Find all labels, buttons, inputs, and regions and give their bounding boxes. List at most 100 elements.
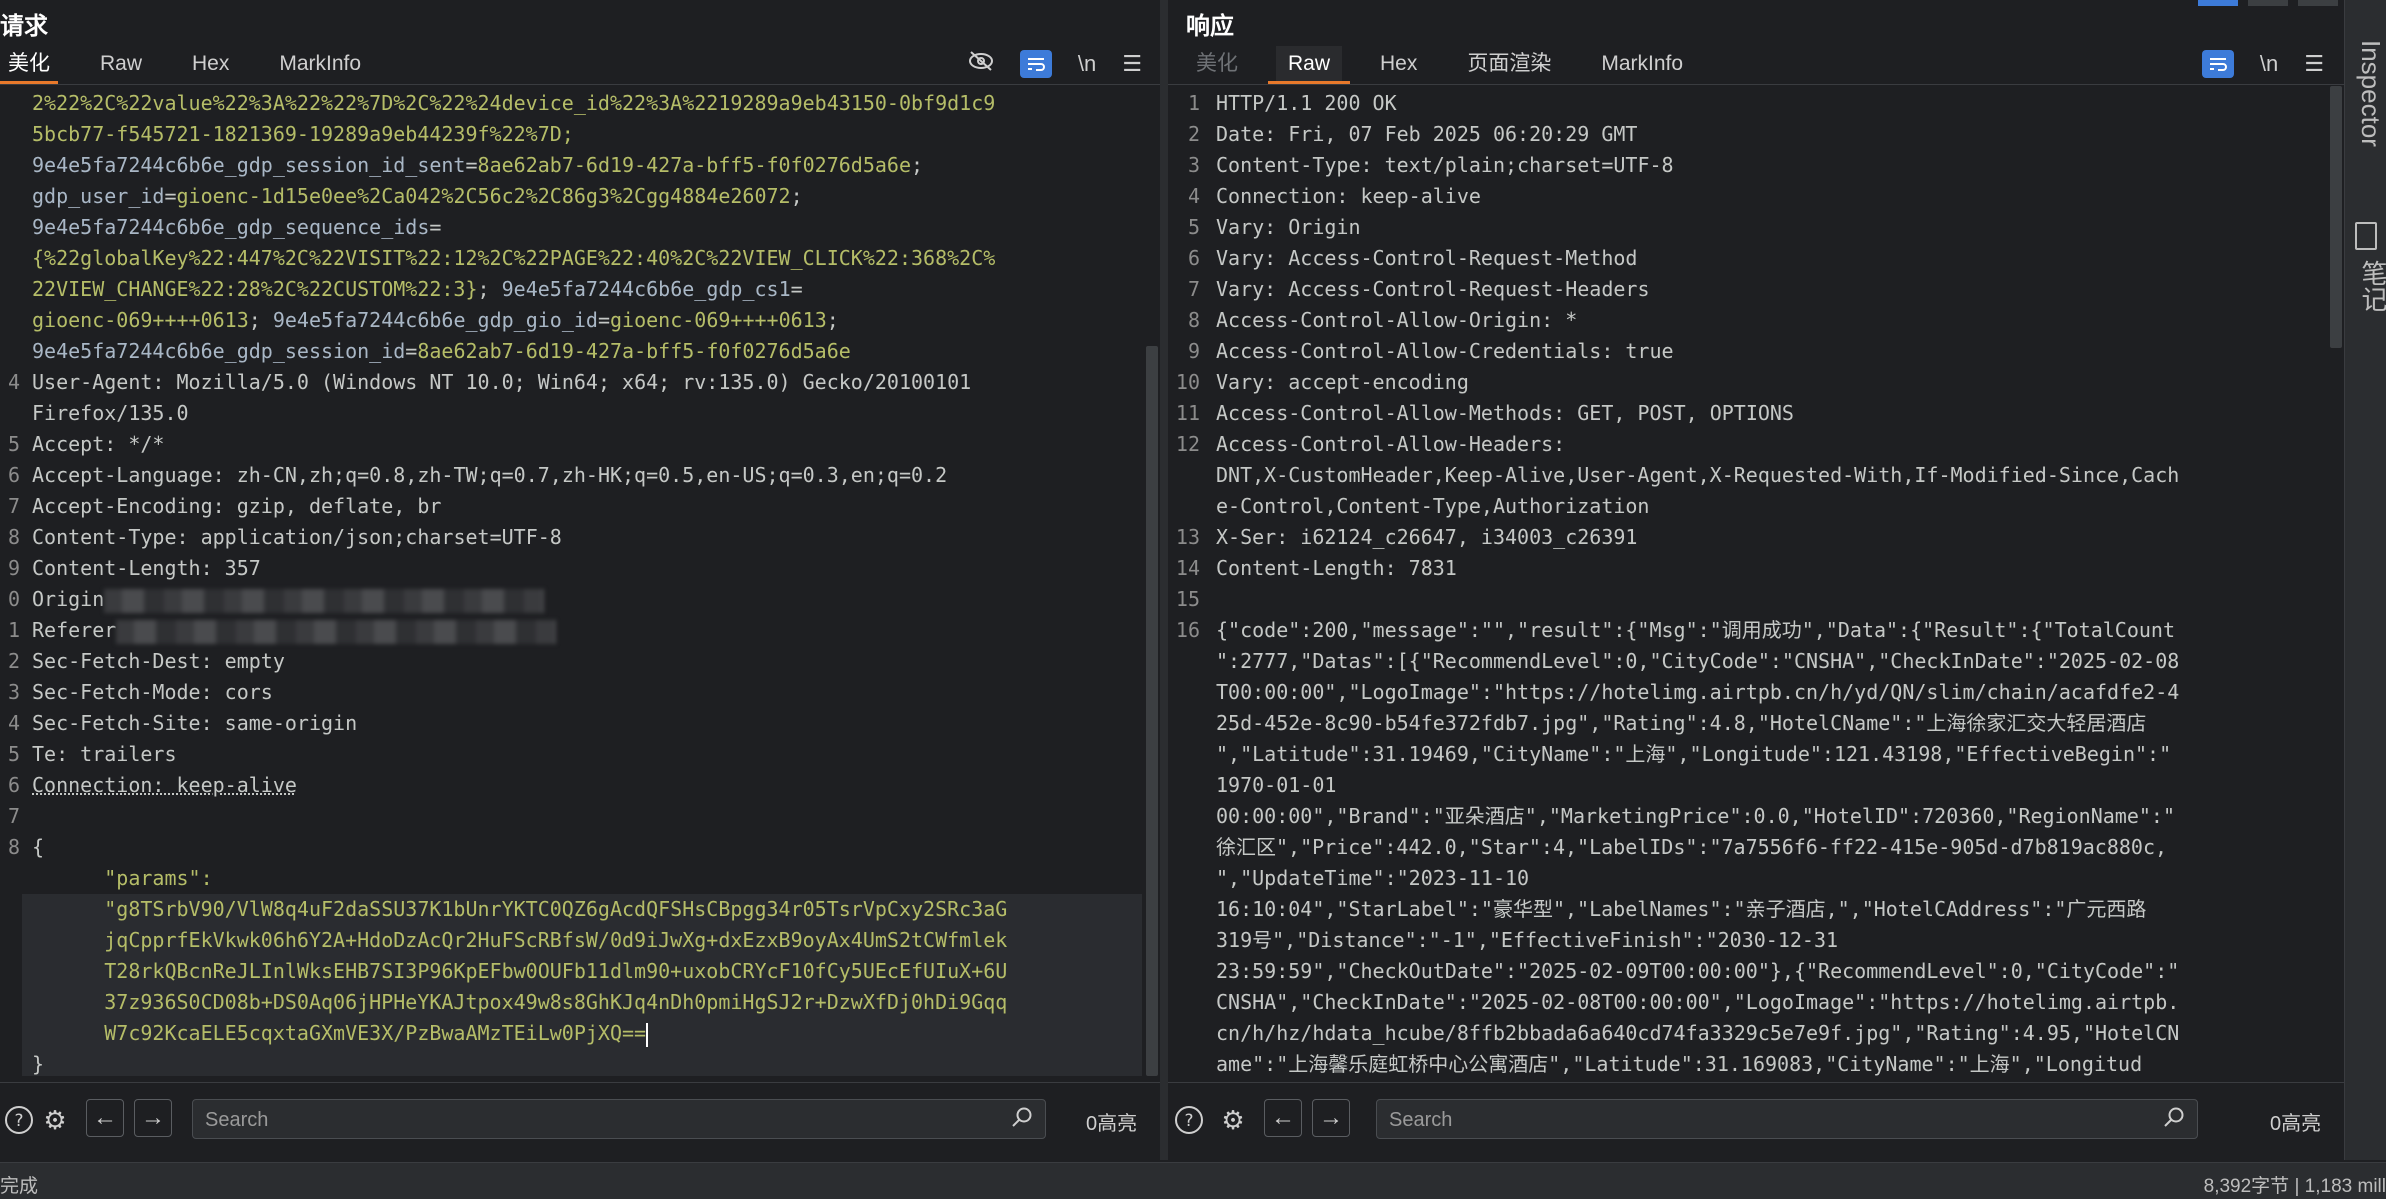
newline-toggle-icon[interactable]: \n (1078, 51, 1096, 77)
code-token: gioenc-069++++0613 (610, 308, 827, 332)
text-caret (646, 1022, 649, 1047)
request-editor[interactable]: 2%22%2C%22value%22%3A%22%22%7D%2C%22%24d… (0, 86, 1160, 1076)
code-token: cn/h/hz/hdata_hcube/8ffb2bbada6a640cd74f… (1216, 1021, 2180, 1045)
settings-gear-icon[interactable]: ⚙ (1214, 1101, 1252, 1139)
status-size: 8,392字节 | 1,183 mill (2203, 1176, 2386, 1197)
code-token: 8ae62ab7-6d19-427a-bff5-f0f0276d5a6e (417, 339, 851, 363)
code-line: 徐汇区","Price":442.0,"Star":4,"LabelIDs":"… (1168, 832, 2344, 863)
code-line: 9e4e5fa7244c6b6e_gdp_sequence_ids= (0, 212, 1160, 243)
line-number: 13 (1175, 525, 1200, 549)
layout-toggle-3[interactable] (2298, 0, 2338, 6)
request-tab-pretty[interactable]: 美化 (0, 46, 58, 84)
help-icon[interactable]: ? (1170, 1101, 1208, 1139)
response-tab-raw[interactable]: Raw (1267, 46, 1351, 84)
line-number: 8 (7, 835, 20, 859)
previous-arrow-icon[interactable]: ← (1264, 1099, 1302, 1137)
line-content: Connection: keep-alive (32, 770, 1130, 801)
line-content: 23:59:59","CheckOutDate":"2025-02-09T00:… (1216, 956, 2314, 987)
code-token: Content-Type (32, 525, 177, 549)
next-arrow-icon[interactable]: → (1312, 1099, 1350, 1137)
code-token: gioenc-069++++0613 (32, 308, 249, 332)
vertical-scrollbar[interactable] (1146, 346, 1158, 1076)
code-token: "params": (32, 866, 213, 890)
vertical-scrollbar[interactable] (2330, 86, 2342, 348)
newline-toggle-icon[interactable]: \n (2260, 51, 2278, 77)
notes-doc-icon[interactable] (2355, 222, 2377, 250)
code-token: Te (32, 742, 57, 766)
code-token: 25d-452e-8c90-b54fe372fdb7.jpg","Rating"… (1216, 711, 2147, 735)
line-content: jqCpprfEkVkwk06h6Y2A+HdoDzAcQr2HuFScRBfs… (32, 925, 1130, 956)
response-tab-render[interactable]: 页面渲染 (1467, 46, 1551, 82)
code-line: 8 Access-Control-Allow-Origin: * (1168, 305, 2344, 336)
line-content: 徐汇区","Price":442.0,"Star":4,"LabelIDs":"… (1216, 832, 2314, 863)
inspector-tab[interactable]: Inspector (2355, 40, 2386, 147)
line-content: ":2777,"Datas":[{"RecommendLevel":0,"Cit… (1216, 646, 2314, 677)
code-line: ame":"上海馨乐庭虹桥中心公寓酒店","Latitude":31.16908… (1168, 1049, 2344, 1076)
code-token: : Access-Control-Request-Method (1264, 246, 1638, 270)
line-content: "params": (32, 863, 1130, 894)
request-tab-hex[interactable]: Hex (192, 46, 229, 82)
pane-divider[interactable] (1160, 0, 1168, 1160)
request-tab-raw[interactable]: Raw (100, 46, 142, 82)
response-editor[interactable]: 1 HTTP/1.1 200 OK 2 Date: Fri, 07 Feb 2025 … (1168, 86, 2344, 1076)
settings-gear-icon[interactable]: ⚙ (36, 1101, 74, 1139)
code-line: 0 Origin (0, 584, 1160, 615)
response-search-input[interactable] (1387, 1104, 2151, 1136)
code-token: Content-Length (1216, 556, 1385, 580)
code-token: T00:00:00","LogoImage":"https://hotelimg… (1216, 680, 2180, 704)
request-search-box (192, 1099, 1046, 1139)
code-token: : Fri, 07 Feb 2025 06:20:29 GMT (1264, 122, 1638, 146)
redacted-value (116, 619, 557, 644)
code-token: : accept-encoding (1264, 370, 1469, 394)
line-content: HTTP/1.1 200 OK (1216, 88, 2314, 119)
hide-eye-icon[interactable] (968, 50, 994, 78)
next-arrow-icon[interactable]: → (134, 1099, 172, 1137)
menu-icon[interactable]: ☰ (1122, 51, 1142, 77)
help-icon[interactable]: ? (0, 1101, 38, 1139)
code-token: Accept (32, 432, 105, 456)
code-token: { (32, 835, 45, 859)
code-line: 16 {"code":200,"message":"","result":{"Ms… (1168, 615, 2344, 646)
layout-toggle-2[interactable] (2248, 0, 2288, 6)
search-icon[interactable] (1011, 1106, 1033, 1134)
layout-toggle-1[interactable] (2198, 0, 2238, 6)
word-wrap-icon[interactable] (1019, 50, 1052, 78)
code-token: = (164, 184, 177, 208)
previous-arrow-icon[interactable]: ← (86, 1099, 124, 1137)
code-line: gioenc-069++++0613; 9e4e5fa7244c6b6e_gdp… (0, 305, 1160, 336)
line-content: } (32, 1049, 1130, 1076)
code-token: : trailers (56, 742, 177, 766)
line-content: Vary: Access-Control-Request-Headers (1216, 274, 2314, 305)
notes-tab[interactable]: 笔记 (2355, 260, 2386, 312)
code-line: 23:59:59","CheckOutDate":"2025-02-09T00:… (1168, 956, 2344, 987)
line-content: 00:00:00","Brand":"亚朵酒店","MarketingPrice… (1216, 801, 2314, 832)
word-wrap-icon[interactable] (2201, 50, 2234, 78)
menu-icon[interactable]: ☰ (2304, 51, 2324, 77)
code-line: 2%22%2C%22value%22%3A%22%22%7D%2C%22%24d… (0, 88, 1160, 119)
code-line: 4 Connection: keep-alive (1168, 181, 2344, 212)
code-line: 9 Access-Control-Allow-Credentials: true (1168, 336, 2344, 367)
response-tab-markinfo[interactable]: MarkInfo (1601, 46, 1683, 82)
code-token: 37z936S0CD08b+DS0Aq06jHPHeYKAJtpox49w8s8… (32, 990, 1008, 1014)
line-number: 1 (7, 618, 20, 642)
response-tab-pretty[interactable]: 美化 (1196, 46, 1238, 82)
request-toolbar: \n ☰ (968, 46, 1142, 82)
code-line: ","Latitude":31.19469,"CityName":"上海","L… (1168, 739, 2344, 770)
code-line: ":2777,"Datas":[{"RecommendLevel":0,"Cit… (1168, 646, 2344, 677)
code-token: : 7831 (1384, 556, 1457, 580)
code-token: Origin (32, 587, 105, 611)
code-token: ","UpdateTime":"2023-11-10 (1216, 866, 1530, 890)
code-token: Content-Length (32, 556, 201, 580)
request-tab-markinfo[interactable]: MarkInfo (279, 46, 361, 82)
line-content: Vary: accept-encoding (1216, 367, 2314, 398)
response-tab-hex[interactable]: Hex (1380, 46, 1417, 82)
code-token: Vary (1216, 277, 1265, 301)
line-number: 5 (7, 742, 20, 766)
request-search-input[interactable] (203, 1104, 999, 1136)
code-token: : gzip, deflate, br (212, 494, 442, 518)
code-token: ","Latitude":31.19469,"CityName":"上海","L… (1216, 742, 2172, 766)
search-icon[interactable] (2163, 1106, 2185, 1134)
code-token: Firefox/135.0 (32, 401, 189, 425)
code-line: 5 Vary: Origin (1168, 212, 2344, 243)
line-number: 6 (7, 773, 20, 797)
